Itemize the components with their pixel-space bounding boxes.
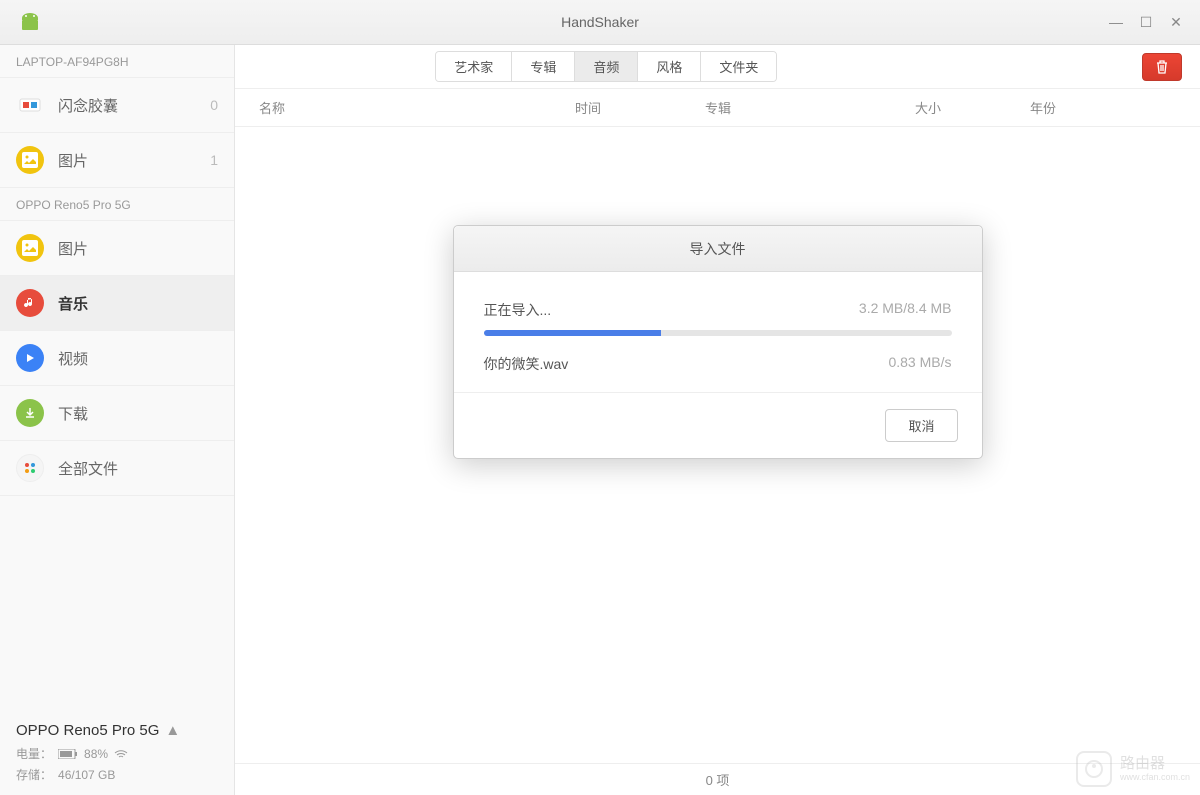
watermark: 路由器 www.cfan.com.cn xyxy=(1076,751,1190,787)
titlebar: HandShaker — ☐ ✕ xyxy=(0,0,1200,45)
import-speed: 0.83 MB/s xyxy=(888,354,951,374)
download-icon xyxy=(16,399,44,427)
progress-fill xyxy=(484,330,662,336)
watermark-url: www.cfan.com.cn xyxy=(1120,772,1190,782)
close-button[interactable]: ✕ xyxy=(1168,14,1184,30)
music-icon xyxy=(16,289,44,317)
sidebar: LAPTOP-AF94PG8H 闪念胶囊 0 图片 1 OPPO Reno5 P… xyxy=(0,45,235,795)
device-name-row[interactable]: OPPO Reno5 Pro 5G ▲ xyxy=(16,722,218,739)
window-title: HandShaker xyxy=(561,14,639,30)
video-icon xyxy=(16,344,44,372)
maximize-button[interactable]: ☐ xyxy=(1138,14,1154,30)
sidebar-item-music[interactable]: 音乐 xyxy=(0,276,234,331)
import-filename: 你的微笑.wav xyxy=(484,354,569,374)
sidebar-item-label: 全部文件 xyxy=(58,458,218,479)
sidebar-item-label: 音乐 xyxy=(58,293,218,314)
cancel-button[interactable]: 取消 xyxy=(885,409,957,442)
capsule-icon xyxy=(16,91,44,119)
sidebar-item-label: 图片 xyxy=(58,238,218,259)
battery-icon xyxy=(58,749,78,759)
sidebar-item-label: 下载 xyxy=(58,403,218,424)
watermark-icon xyxy=(1076,751,1112,787)
import-status-label: 正在导入... xyxy=(484,300,552,320)
watermark-brand: 路由器 xyxy=(1120,756,1190,773)
window-controls: — ☐ ✕ xyxy=(1108,14,1200,30)
import-progress-text: 3.2 MB/8.4 MB xyxy=(859,300,952,320)
sidebar-footer: OPPO Reno5 Pro 5G ▲ 电量： 88% 存储： 46/107 G… xyxy=(0,710,234,795)
storage-status: 存储： 46/107 GB xyxy=(16,766,218,783)
sidebar-item-allfiles[interactable]: 全部文件 xyxy=(0,441,234,496)
picture-icon xyxy=(16,146,44,174)
eject-icon[interactable]: ▲ xyxy=(165,722,180,739)
sidebar-section-phone: OPPO Reno5 Pro 5G xyxy=(0,188,234,221)
minimize-button[interactable]: — xyxy=(1108,14,1124,30)
wifi-icon xyxy=(114,749,128,759)
sidebar-item-label: 图片 xyxy=(58,150,196,171)
sidebar-item-video[interactable]: 视频 xyxy=(0,331,234,386)
files-icon xyxy=(16,454,44,482)
picture-icon xyxy=(16,234,44,262)
device-name: OPPO Reno5 Pro 5G xyxy=(16,722,159,739)
app-logo-icon xyxy=(18,10,42,34)
battery-status: 电量： 88% xyxy=(16,745,218,762)
progress-bar xyxy=(484,330,952,336)
sidebar-item-count: 0 xyxy=(210,97,218,113)
sidebar-item-pictures[interactable]: 图片 xyxy=(0,221,234,276)
dialog-overlay: 导入文件 正在导入... 3.2 MB/8.4 MB 你的微笑.wav 0.83… xyxy=(235,45,1200,795)
sidebar-item-download[interactable]: 下载 xyxy=(0,386,234,441)
sidebar-item-pictures-laptop[interactable]: 图片 1 xyxy=(0,133,234,188)
sidebar-item-count: 1 xyxy=(210,152,218,168)
sidebar-item-label: 视频 xyxy=(58,348,218,369)
dialog-title: 导入文件 xyxy=(454,226,982,272)
sidebar-item-label: 闪念胶囊 xyxy=(58,95,196,116)
sidebar-section-laptop: LAPTOP-AF94PG8H xyxy=(0,45,234,78)
sidebar-item-capsule[interactable]: 闪念胶囊 0 xyxy=(0,78,234,133)
content-area: 艺术家 专辑 音频 风格 文件夹 名称 时间 专辑 大小 年份 0 项 导入文件 xyxy=(235,45,1200,795)
import-dialog: 导入文件 正在导入... 3.2 MB/8.4 MB 你的微笑.wav 0.83… xyxy=(453,225,983,459)
